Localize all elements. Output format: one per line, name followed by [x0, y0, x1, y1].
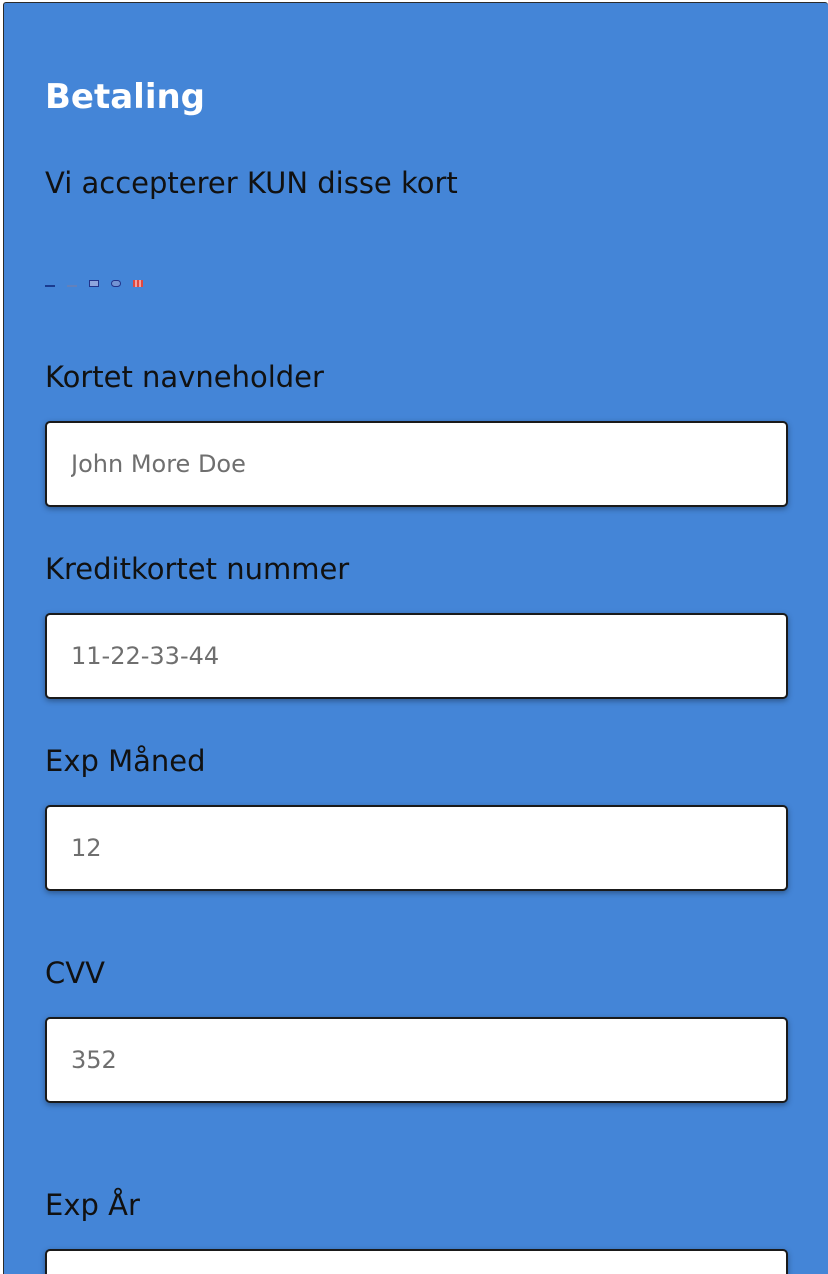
accepted-cards-list [45, 278, 143, 288]
payment-panel: Betaling Vi accepterer KUN disse kort Ko… [3, 2, 828, 1274]
card-holder-input[interactable] [45, 421, 788, 507]
card-holder-label: Kortet navneholder [45, 360, 324, 394]
exp-year-label: Exp År [45, 1188, 140, 1222]
visa-electron-icon [67, 280, 77, 287]
exp-month-label: Exp Måned [45, 744, 206, 778]
cvv-label: CVV [45, 956, 105, 990]
card-number-label: Kreditkortet nummer [45, 552, 350, 586]
visa-icon [45, 280, 55, 287]
amex-icon [89, 279, 99, 287]
diners-icon [111, 279, 121, 287]
page-title: Betaling [45, 77, 206, 117]
card-number-input[interactable] [45, 613, 788, 699]
exp-year-input[interactable] [45, 1249, 788, 1274]
accepted-cards-text: Vi accepterer KUN disse kort [45, 166, 458, 200]
cvv-input[interactable] [45, 1017, 788, 1103]
exp-month-input[interactable] [45, 805, 788, 891]
mastercard-icon [133, 279, 143, 287]
